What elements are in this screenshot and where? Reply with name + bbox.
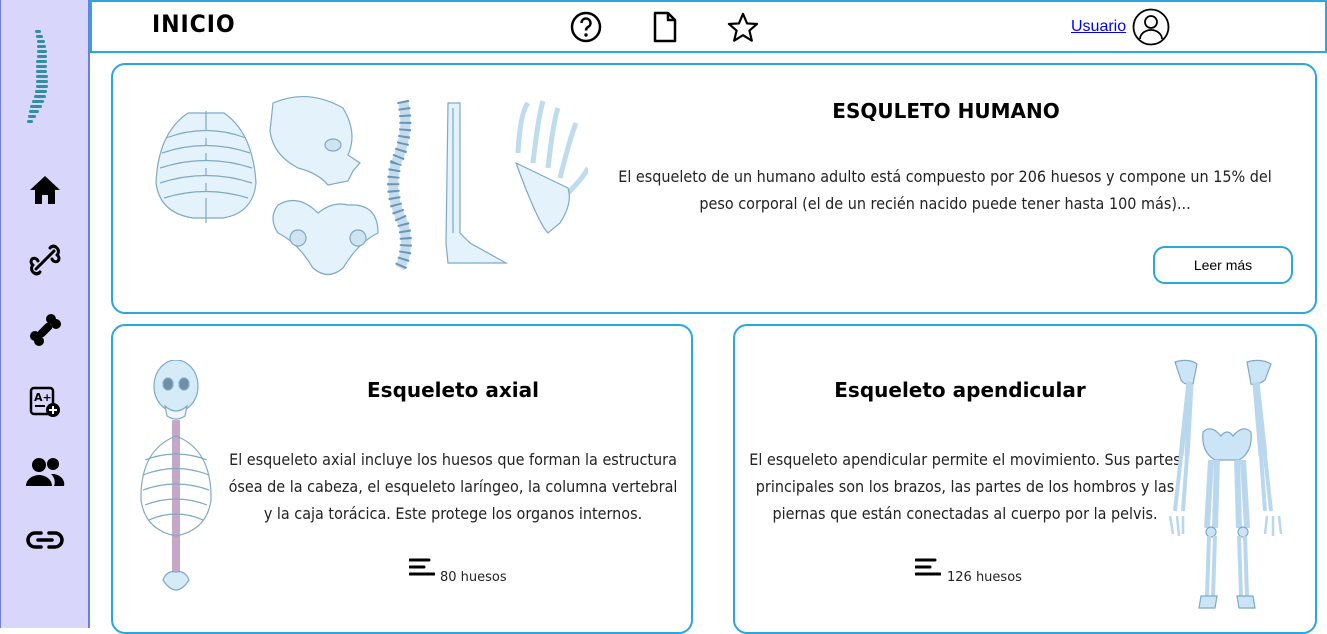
bone-count: 80 huesos bbox=[440, 570, 507, 585]
card-description: El esqueleto apendicular permite el movi… bbox=[749, 450, 1181, 523]
card-title: Esqueleto axial bbox=[367, 378, 539, 402]
axial-skeleton-illustration bbox=[140, 360, 212, 591]
page-title: INICIO bbox=[152, 10, 236, 38]
list-icon bbox=[915, 558, 941, 576]
card-title: ESQULETO HUMANO bbox=[832, 99, 1060, 123]
user-avatar-icon[interactable] bbox=[1132, 8, 1170, 46]
top-header: INICIO Usuario bbox=[90, 0, 1327, 53]
card-esqueleto-apendicular: Esqueleto apendicular El esqueleto apend… bbox=[733, 324, 1317, 634]
card-esqueleto-humano: ESQULETO HUMANO El esqueleto de un human… bbox=[111, 63, 1317, 314]
list-icon bbox=[409, 558, 435, 576]
skeleton-parts-illustration bbox=[155, 95, 588, 276]
card-description: El esqueleto axial incluye los huesos qu… bbox=[228, 450, 678, 523]
link-icon[interactable] bbox=[25, 520, 65, 560]
read-more-button[interactable]: Leer más bbox=[1153, 246, 1293, 284]
card-title: Esqueleto apendicular bbox=[834, 378, 1086, 402]
home-icon[interactable] bbox=[25, 170, 65, 210]
bone-count: 126 huesos bbox=[947, 570, 1022, 585]
add-quiz-icon[interactable]: A+ bbox=[25, 382, 65, 422]
star-icon[interactable] bbox=[727, 11, 759, 43]
help-icon[interactable] bbox=[570, 11, 602, 43]
card-esqueleto-axial: Esqueleto axial El esqueleto axial inclu… bbox=[111, 324, 693, 634]
appendicular-skeleton-illustration bbox=[1168, 359, 1283, 609]
users-icon[interactable] bbox=[25, 452, 65, 492]
bone-filled-icon[interactable] bbox=[25, 310, 65, 350]
bone-icon[interactable] bbox=[25, 240, 65, 280]
user-link[interactable]: Usuario bbox=[1071, 18, 1126, 36]
spine-logo-icon bbox=[27, 30, 48, 123]
sidebar: A+ bbox=[0, 0, 90, 628]
document-icon[interactable] bbox=[649, 11, 681, 43]
card-description: El esqueleto de un humano adulto está co… bbox=[618, 167, 1272, 213]
svg-text:A+: A+ bbox=[34, 391, 52, 404]
